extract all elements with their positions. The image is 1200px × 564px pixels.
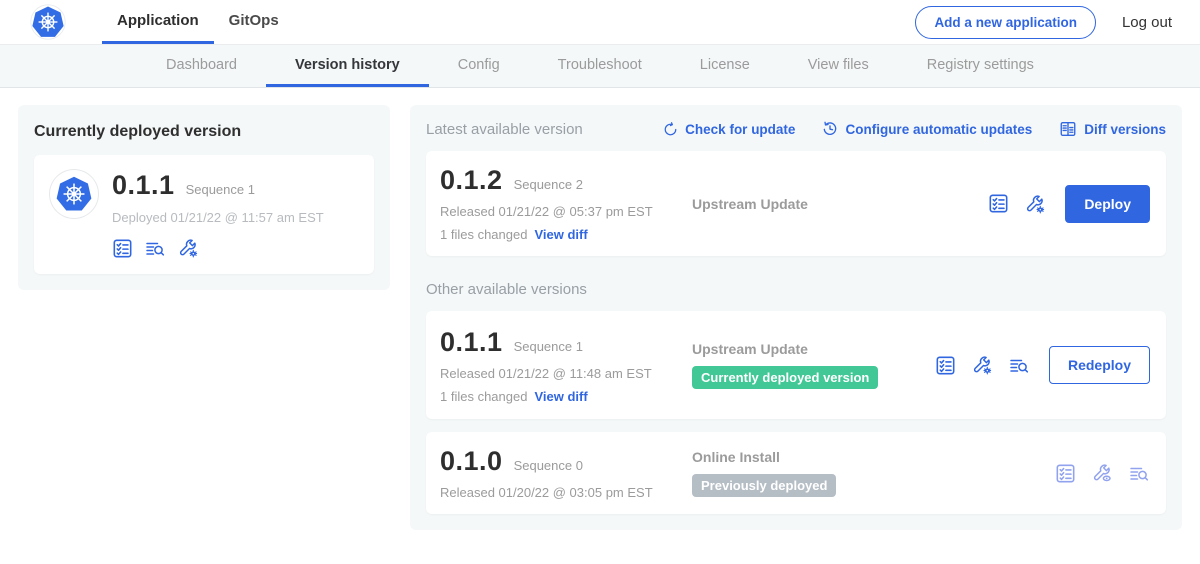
app-icon-ring [50, 170, 98, 218]
files-changed-line: 1 files changed View diff [440, 227, 692, 242]
release-timestamp: Released 01/21/22 @ 11:48 am EST [440, 366, 692, 381]
wrench-eye-icon[interactable] [1091, 462, 1113, 484]
currently-deployed-title: Currently deployed version [34, 123, 374, 141]
subtab-dashboard[interactable]: Dashboard [137, 45, 266, 87]
version-source-column: Upstream Update Currently deployed versi… [692, 341, 935, 389]
deployed-version-number: 0.1.1 [112, 170, 175, 201]
view-diff-link[interactable]: View diff [534, 389, 587, 404]
app-logo-wrap [30, 0, 66, 44]
app-sub-navigation: Dashboard Version history Config Trouble… [0, 45, 1200, 88]
diff-versions-link[interactable]: Diff versions [1059, 120, 1166, 138]
version-source-column: Upstream Update [692, 196, 988, 212]
checklist-icon[interactable] [112, 238, 133, 259]
version-info: 0.1.1 Sequence 1 Released 01/21/22 @ 11:… [440, 327, 692, 404]
logs-icon[interactable] [144, 237, 166, 259]
currently-deployed-badge: Currently deployed version [692, 366, 878, 389]
subtab-config[interactable]: Config [429, 45, 529, 87]
deployed-sequence: Sequence 1 [186, 182, 255, 197]
latest-version-title: Latest available version [426, 121, 583, 138]
files-changed-count: 1 files changed [440, 227, 527, 242]
kubernetes-logo [54, 174, 94, 214]
version-row-0-1-2: 0.1.2 Sequence 2 Released 01/21/22 @ 05:… [426, 151, 1166, 256]
redeploy-button[interactable]: Redeploy [1049, 346, 1150, 384]
version-number: 0.1.2 [440, 165, 503, 196]
currently-deployed-panel: Currently deployed version 0 [18, 105, 390, 290]
logs-icon[interactable] [1128, 462, 1150, 484]
subtab-version-history[interactable]: Version history [266, 45, 429, 87]
tab-application[interactable]: Application [102, 0, 214, 44]
files-changed-line: 1 files changed View diff [440, 389, 692, 404]
version-actions: Deploy [988, 185, 1150, 223]
deployed-version-card: 0.1.1 Sequence 1 Deployed 01/21/22 @ 11:… [34, 155, 374, 274]
wrench-gear-icon[interactable] [1024, 193, 1046, 215]
version-source: Online Install [692, 449, 780, 465]
version-source: Upstream Update [692, 341, 808, 357]
deploy-button[interactable]: Deploy [1065, 185, 1150, 223]
subtab-troubleshoot[interactable]: Troubleshoot [529, 45, 671, 87]
deployed-card-actions [112, 237, 324, 259]
version-source: Upstream Update [692, 196, 808, 212]
version-info: 0.1.2 Sequence 2 Released 01/21/22 @ 05:… [440, 165, 692, 242]
version-source-column: Online Install Previously deployed [692, 449, 1055, 497]
release-timestamp: Released 01/21/22 @ 05:37 pm EST [440, 204, 692, 219]
diff-icon [1059, 120, 1077, 138]
tab-gitops[interactable]: GitOps [214, 0, 294, 44]
main-content: Currently deployed version 0 [0, 88, 1200, 547]
logout-button[interactable]: Log out [1122, 14, 1172, 31]
wrench-gear-icon[interactable] [971, 354, 993, 376]
version-actions: Redeploy [935, 346, 1150, 384]
checklist-icon[interactable] [1055, 463, 1076, 484]
topnav-spacer [294, 0, 916, 44]
view-diff-link[interactable]: View diff [534, 227, 587, 242]
subtab-registry-settings[interactable]: Registry settings [898, 45, 1063, 87]
checklist-icon[interactable] [935, 355, 956, 376]
panel-actions: Check for update Configure automatic upd… [636, 120, 1166, 138]
latest-version-header-row: Latest available version Check for updat… [426, 120, 1166, 138]
check-for-update-link[interactable]: Check for update [663, 122, 795, 137]
other-versions-title: Other available versions [426, 281, 1166, 298]
refresh-icon [663, 122, 678, 137]
version-history-panel: Latest available version Check for updat… [410, 105, 1182, 530]
release-timestamp: Released 01/20/22 @ 03:05 pm EST [440, 485, 692, 500]
version-sequence: Sequence 0 [514, 458, 583, 473]
subtab-license[interactable]: License [671, 45, 779, 87]
diff-versions-label: Diff versions [1084, 122, 1166, 137]
version-sequence: Sequence 2 [514, 177, 583, 192]
previously-deployed-badge: Previously deployed [692, 474, 836, 497]
deployed-version-info: 0.1.1 Sequence 1 Deployed 01/21/22 @ 11:… [112, 170, 324, 259]
clock-arrow-icon [822, 121, 838, 137]
version-number: 0.1.0 [440, 446, 503, 477]
deployed-timestamp: Deployed 01/21/22 @ 11:57 am EST [112, 210, 324, 225]
version-sequence: Sequence 1 [514, 339, 583, 354]
check-for-update-label: Check for update [685, 122, 795, 137]
version-actions [1055, 462, 1150, 484]
logs-icon[interactable] [1008, 354, 1030, 376]
version-row-0-1-1: 0.1.1 Sequence 1 Released 01/21/22 @ 11:… [426, 311, 1166, 419]
checklist-icon[interactable] [988, 193, 1009, 214]
add-application-button[interactable]: Add a new application [915, 6, 1096, 39]
files-changed-count: 1 files changed [440, 389, 527, 404]
version-row-0-1-0: 0.1.0 Sequence 0 Released 01/20/22 @ 03:… [426, 432, 1166, 514]
version-number: 0.1.1 [440, 327, 503, 358]
top-navigation: Application GitOps Add a new application… [0, 0, 1200, 45]
wrench-gear-icon[interactable] [177, 237, 199, 259]
configure-automatic-updates-label: Configure automatic updates [845, 122, 1032, 137]
kubernetes-logo [30, 4, 66, 40]
subtab-view-files[interactable]: View files [779, 45, 898, 87]
configure-automatic-updates-link[interactable]: Configure automatic updates [822, 121, 1032, 137]
version-info: 0.1.0 Sequence 0 Released 01/20/22 @ 03:… [440, 446, 692, 500]
